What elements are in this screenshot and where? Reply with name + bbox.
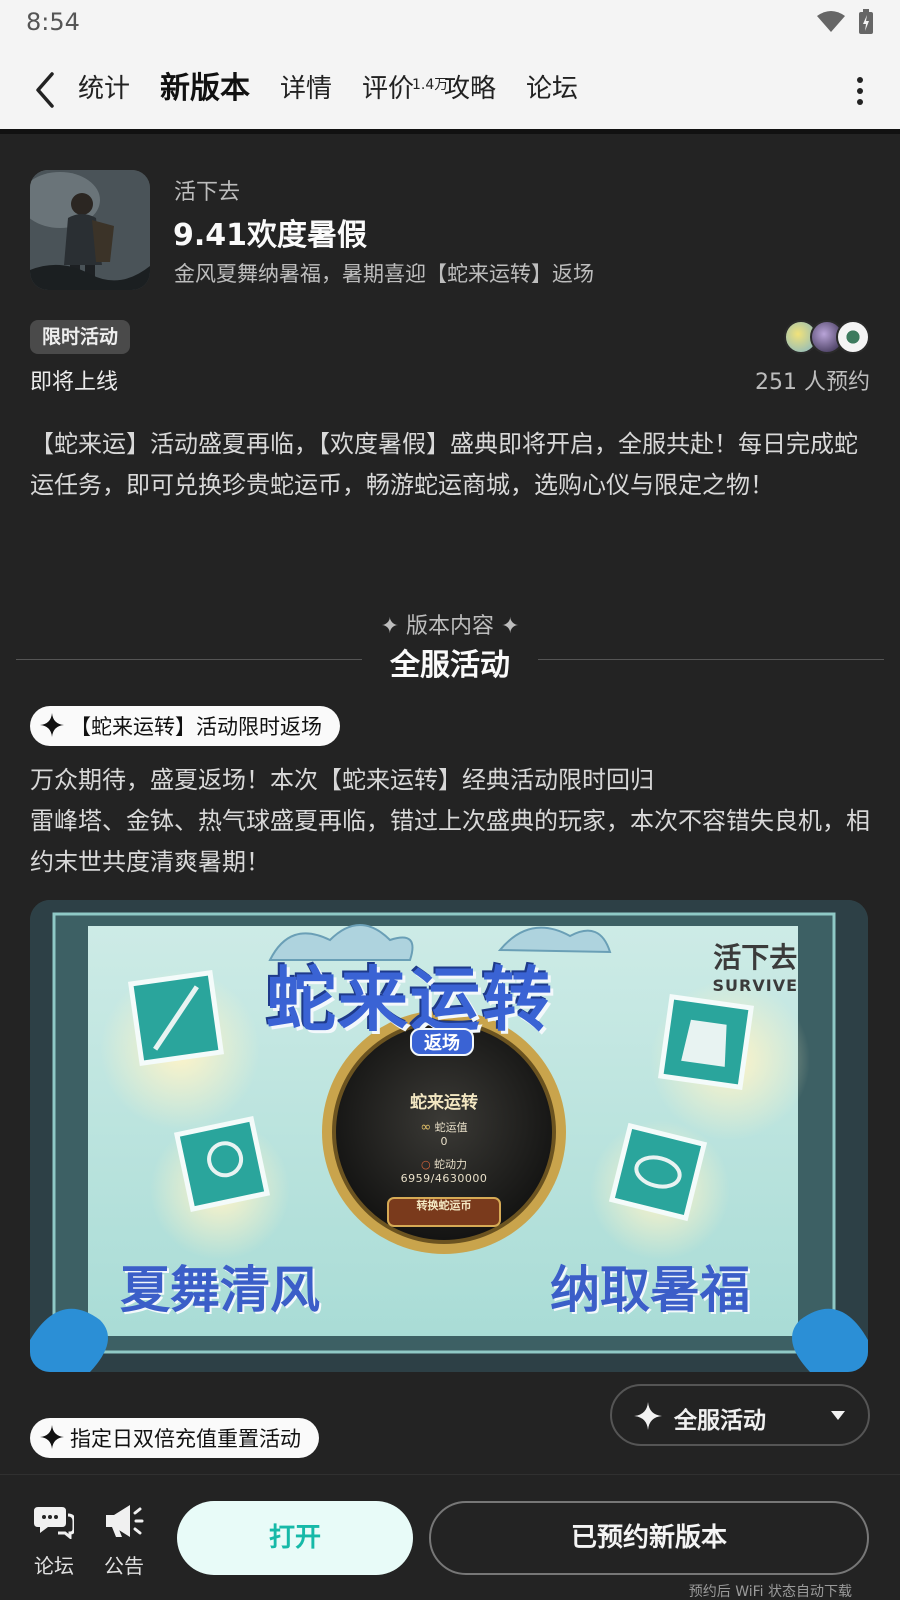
limited-event-badge: 限时活动	[30, 320, 131, 354]
reserve-count: 251 人预约	[755, 370, 870, 395]
version-subtitle: 金风夏舞纳暑福，暑期喜迎【蛇来运转】返场	[174, 262, 594, 286]
wifi-icon	[817, 11, 845, 32]
reserved-version-button[interactable]: 已预约新版本	[429, 1501, 869, 1575]
tab-stats[interactable]: 统计	[78, 64, 130, 114]
sparkle-icon	[40, 1425, 64, 1449]
back-arrow-icon[interactable]	[28, 68, 64, 112]
banner-logo: 活下去 SURVIVE	[712, 941, 798, 995]
activity-filter-dropdown[interactable]: 全服活动	[610, 1384, 870, 1446]
sparkle-icon	[40, 713, 64, 737]
tab-reviews[interactable]: 评价 1.4万	[362, 64, 448, 114]
version-title: 9.41欢度暑假	[173, 218, 368, 253]
section-kicker: ✦ 版本内容 ✦	[380, 614, 520, 639]
banner-ribbon: 返场	[410, 1028, 474, 1056]
tab-new-version[interactable]: 新版本	[156, 64, 254, 114]
more-options-icon[interactable]	[856, 76, 864, 106]
event-status: 即将上线	[30, 370, 119, 395]
megaphone-icon	[106, 1505, 144, 1537]
forum-button[interactable]: 论坛	[26, 1503, 82, 1579]
battery-icon	[859, 9, 873, 34]
mask-tile	[608, 1122, 708, 1222]
intro-text: 【蛇来运】活动盛夏再临，【欢度暑假】盛典即将开启，全服共赴！每日完成蛇运任务，即…	[30, 430, 858, 499]
infinity-icon: ∞	[420, 1120, 432, 1135]
status-bar: 8:54	[0, 0, 900, 46]
tab-forum[interactable]: 论坛	[526, 64, 578, 114]
survivor-figure-icon	[30, 170, 150, 290]
sword-tile	[127, 969, 225, 1067]
activity-desc-line1: 万众期待，盛夏返场！本次【蛇来运转】经典活动限时回归	[30, 766, 654, 794]
auto-download-note: 预约后 WiFi 状态自动下载	[688, 1584, 852, 1600]
section-title: 全服活动	[390, 648, 510, 683]
tab-details[interactable]: 详情	[280, 64, 332, 114]
activity-tag: 【蛇来运转】活动限时返场	[30, 706, 340, 746]
review-count-badge: 1.4万	[412, 77, 449, 93]
filter-label: 全服活动	[674, 1408, 766, 1434]
power-ring-icon: ○	[420, 1158, 431, 1171]
bottom-action-bar: 论坛 公告 打开 已预约新版本 预约后 WiFi 状态自动下载	[0, 1474, 900, 1600]
activity-desc-line2: 雷峰塔、金钵、热气球盛夏再临，错过上次盛典的玩家，本次不容错失良机，相约末世共度…	[30, 807, 870, 876]
top-nav: 统计 新版本 详情 评价 1.4万 攻略 论坛	[0, 46, 900, 134]
section-title-row: 全服活动	[16, 640, 884, 683]
tab-guides[interactable]: 攻略	[444, 64, 496, 114]
chat-bubble-icon	[34, 1507, 76, 1541]
sparkle-icon	[634, 1402, 662, 1430]
banner-title: 蛇来运转	[266, 958, 554, 1041]
game-icon[interactable]	[30, 170, 150, 290]
avatar	[836, 320, 870, 354]
reserver-avatars	[784, 320, 870, 354]
status-time: 8:54	[26, 8, 80, 36]
activity-description: 万众期待，盛夏返场！本次【蛇来运转】经典活动限时回归 雷峰塔、金钵、热气球盛夏再…	[30, 760, 872, 883]
whip-tile	[173, 1115, 271, 1213]
activity-tag: 指定日双倍充值重置活动	[30, 1418, 319, 1458]
game-name: 活下去	[174, 180, 241, 205]
chevron-down-icon	[831, 1411, 845, 1420]
banner-right-slogan: 纳取暑福	[550, 1260, 750, 1319]
wheel-panel: 蛇来运转 ∞ 蛇运值 0 ○ 蛇动力 6959/4630000 转换蛇运币	[400, 1093, 488, 1212]
armor-tile	[657, 993, 755, 1091]
activity-banner[interactable]: 蛇来运转 返场 活下去 SURVIVE 夏舞清风 纳取暑福 蛇来运转 ∞ 蛇运值…	[30, 900, 868, 1372]
notice-button[interactable]: 公告	[96, 1503, 152, 1579]
open-button[interactable]: 打开	[177, 1501, 413, 1575]
banner-left-slogan: 夏舞清风	[120, 1260, 320, 1319]
